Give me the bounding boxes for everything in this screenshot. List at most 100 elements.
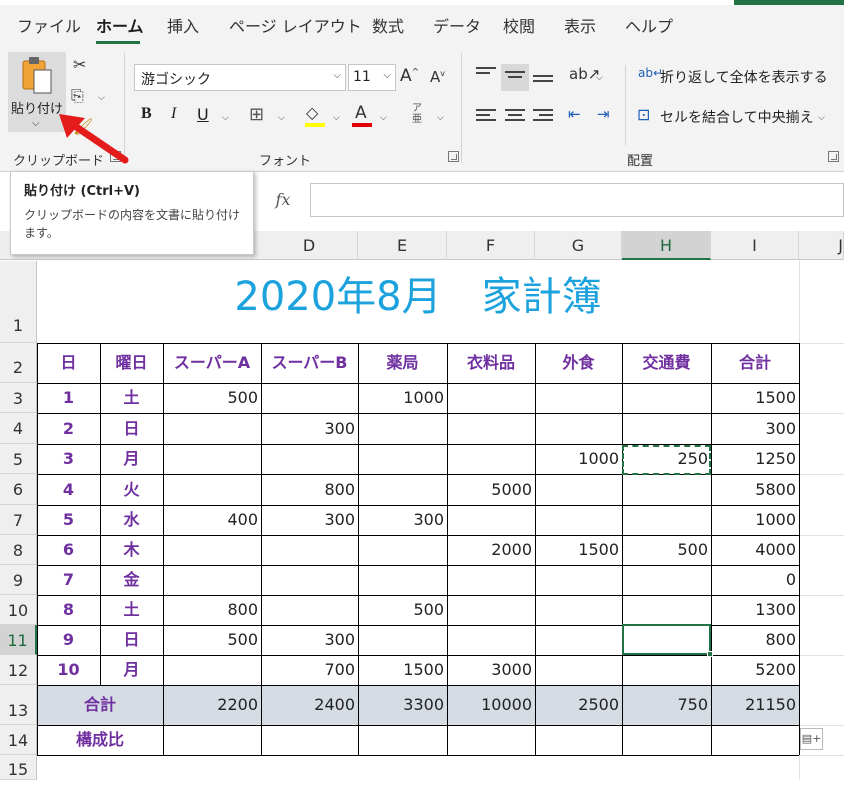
amount-cell[interactable]: 1500 (711, 383, 799, 413)
amount-cell[interactable] (535, 655, 622, 685)
day-cell[interactable]: 金 (100, 565, 163, 595)
amount-cell[interactable] (622, 565, 711, 595)
amount-cell[interactable] (163, 655, 261, 685)
amount-cell[interactable]: 300 (261, 413, 358, 444)
total-cell[interactable]: 750 (622, 685, 711, 725)
increase-font-icon[interactable]: A^ (400, 66, 419, 86)
chevron-down-icon[interactable]: ⌵ (222, 113, 229, 123)
row-header-12[interactable]: 12 (0, 655, 37, 685)
day-cell[interactable]: 火 (100, 474, 163, 505)
header-cell[interactable]: 日 (37, 343, 100, 383)
amount-cell[interactable]: 500 (622, 535, 711, 565)
total-label[interactable]: 合計 (37, 685, 163, 725)
amount-cell[interactable] (535, 383, 622, 413)
formula-input[interactable] (310, 183, 844, 217)
amount-cell[interactable]: 500 (358, 595, 447, 625)
fill-color-icon[interactable]: ◇ (306, 103, 318, 122)
amount-cell[interactable] (447, 505, 535, 535)
row-header-2[interactable]: 2 (0, 343, 37, 383)
align-middle-icon[interactable] (505, 71, 525, 87)
amount-cell[interactable] (535, 625, 622, 655)
day-cell[interactable]: 日 (100, 413, 163, 444)
day-cell[interactable]: 水 (100, 505, 163, 535)
amount-cell[interactable] (163, 535, 261, 565)
row-header-15[interactable]: 15 (0, 755, 37, 780)
amount-cell[interactable]: 300 (358, 505, 447, 535)
amount-cell[interactable]: 5000 (447, 474, 535, 505)
tab-help[interactable]: ヘルプ (625, 13, 673, 37)
tab-view[interactable]: 表示 (564, 13, 596, 37)
column-header-j[interactable]: J (799, 231, 844, 260)
paste-options-icon[interactable]: ▤+ (800, 728, 823, 750)
total-cell[interactable]: 10000 (447, 685, 535, 725)
amount-cell[interactable] (163, 444, 261, 474)
column-header-e[interactable]: E (358, 231, 447, 260)
amount-cell[interactable] (622, 383, 711, 413)
day-cell[interactable]: 土 (100, 595, 163, 625)
font-name-select[interactable]: 游ゴシック ⌵ (134, 64, 346, 91)
header-cell[interactable]: 交通費 (622, 343, 711, 383)
row-header-13[interactable]: 13 (0, 685, 37, 725)
row-header-7[interactable]: 7 (0, 505, 37, 535)
column-header-i[interactable]: I (711, 231, 799, 260)
chevron-down-icon[interactable]: ⌵ (437, 113, 444, 123)
tab-formulas[interactable]: 数式 (372, 13, 404, 37)
tab-review[interactable]: 校閲 (503, 13, 535, 37)
amount-cell[interactable]: 400 (163, 505, 261, 535)
header-cell[interactable]: 曜日 (100, 343, 163, 383)
total-cell[interactable]: 2500 (535, 685, 622, 725)
amount-cell[interactable] (447, 565, 535, 595)
amount-cell[interactable] (535, 565, 622, 595)
amount-cell[interactable] (447, 413, 535, 444)
amount-cell[interactable] (447, 444, 535, 474)
day-cell[interactable]: 土 (100, 383, 163, 413)
day-cell[interactable]: 9 (37, 625, 100, 655)
amount-cell[interactable]: 1000 (711, 505, 799, 535)
amount-cell[interactable] (358, 535, 447, 565)
merge-center-button[interactable]: セルを結合して中央揃え (660, 107, 814, 127)
amount-cell[interactable] (261, 595, 358, 625)
chevron-down-icon[interactable]: ⌵ (333, 113, 340, 123)
amount-cell[interactable] (447, 625, 535, 655)
font-color-icon[interactable]: A (355, 103, 367, 123)
amount-cell[interactable]: 500 (163, 383, 261, 413)
amount-cell[interactable] (535, 474, 622, 505)
header-cell[interactable]: スーパーB (261, 343, 358, 383)
amount-cell[interactable]: 1000 (535, 444, 622, 474)
chevron-down-icon[interactable]: ⌵ (818, 113, 825, 123)
amount-cell[interactable]: 5800 (711, 474, 799, 505)
row-header-6[interactable]: 6 (0, 474, 37, 505)
day-cell[interactable]: 4 (37, 474, 100, 505)
amount-cell[interactable] (447, 383, 535, 413)
amount-cell[interactable]: 800 (711, 625, 799, 655)
amount-cell[interactable]: 800 (261, 474, 358, 505)
amount-cell[interactable]: 300 (711, 413, 799, 444)
bold-button[interactable]: B (141, 105, 152, 123)
amount-cell[interactable]: 300 (261, 625, 358, 655)
amount-cell[interactable]: 4000 (711, 535, 799, 565)
day-cell[interactable]: 10 (37, 655, 100, 685)
amount-cell[interactable]: 500 (163, 625, 261, 655)
day-cell[interactable]: 7 (37, 565, 100, 595)
amount-cell[interactable]: 5200 (711, 655, 799, 685)
row-header-3[interactable]: 3 (0, 383, 37, 413)
amount-cell[interactable]: 1500 (535, 535, 622, 565)
header-cell[interactable]: スーパーA (163, 343, 261, 383)
day-cell[interactable]: 日 (100, 625, 163, 655)
day-cell[interactable]: 3 (37, 444, 100, 474)
font-size-select[interactable]: 11 ⌵ (348, 64, 396, 91)
phonetic-icon[interactable]: ア亜 (412, 103, 422, 125)
amount-cell[interactable]: 300 (261, 505, 358, 535)
align-center-icon[interactable] (505, 109, 525, 125)
underline-button[interactable]: U (197, 105, 209, 124)
chevron-down-icon[interactable]: ⌵ (596, 73, 603, 83)
tab-file[interactable]: ファイル (17, 13, 81, 37)
day-cell[interactable]: 1 (37, 383, 100, 413)
amount-cell[interactable]: 1000 (358, 383, 447, 413)
italic-button[interactable]: I (171, 105, 176, 123)
wrap-text-button[interactable]: 折り返して全体を表示する (660, 67, 828, 87)
total-cell[interactable]: 21150 (711, 685, 799, 725)
align-bottom-icon[interactable] (533, 75, 553, 91)
amount-cell[interactable] (163, 474, 261, 505)
amount-cell[interactable]: 1500 (358, 655, 447, 685)
